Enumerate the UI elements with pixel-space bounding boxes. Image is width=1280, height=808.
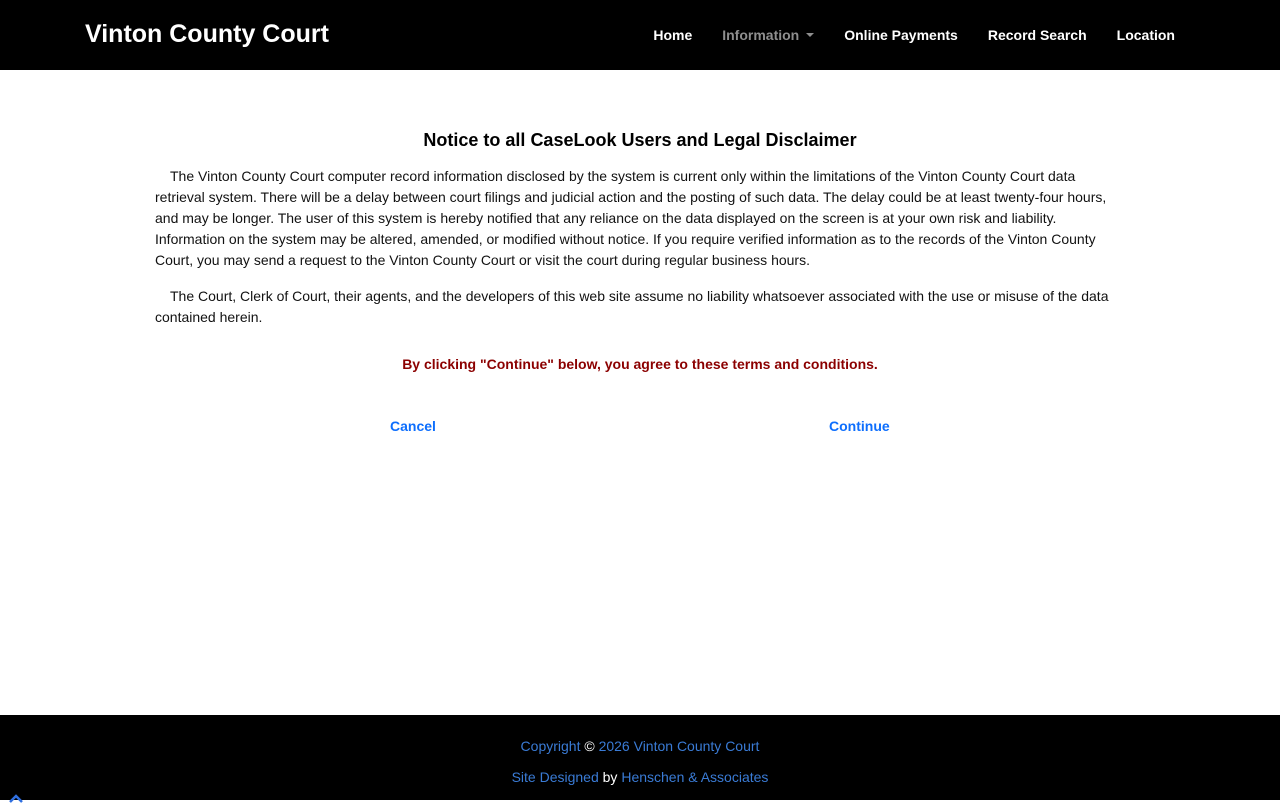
chevron-up-icon (9, 794, 23, 803)
disclaimer-content: Notice to all CaseLook Users and Legal D… (155, 128, 1125, 374)
by-text: by (602, 769, 618, 785)
copyright-symbol: © (584, 738, 595, 754)
designer-link[interactable]: Henschen & Associates (621, 769, 768, 785)
agreement-notice: By clicking "Continue" below, you agree … (402, 356, 878, 372)
continue-link[interactable]: Continue (829, 416, 890, 436)
page-title: Notice to all CaseLook Users and Legal D… (423, 130, 857, 150)
caret-down-icon (806, 33, 815, 37)
nav-online-payments[interactable]: Online Payments (844, 24, 958, 46)
nav-information-dropdown[interactable]: Information (722, 24, 815, 46)
nav-location[interactable]: Location (1117, 24, 1175, 46)
cancel-link[interactable]: Cancel (390, 416, 436, 436)
back-to-top-button[interactable] (8, 790, 24, 803)
copyright-label: Copyright (520, 738, 581, 754)
disclaimer-paragraph-2: The Court, Clerk of Court, their agents,… (155, 288, 1109, 325)
nav-home[interactable]: Home (653, 24, 692, 46)
site-designed-label: Site Designed (511, 769, 599, 785)
copyright-line: Copyright © 2026 Vinton County Court (0, 737, 1280, 755)
main-nav: Home Information Online Payments Record … (623, 24, 1175, 46)
footer: Copyright © 2026 Vinton County Court Sit… (0, 715, 1280, 800)
navbar: Vinton County Court Home Information Onl… (0, 0, 1280, 70)
disclaimer-paragraph-1: The Vinton County Court computer record … (155, 168, 1107, 268)
nav-information-label: Information (722, 27, 800, 43)
nav-record-search[interactable]: Record Search (988, 24, 1087, 46)
brand-link[interactable]: Vinton County Court (85, 17, 329, 51)
designer-line: Site Designed by Henschen & Associates (0, 768, 1280, 786)
copyright-court-link[interactable]: 2026 Vinton County Court (599, 738, 760, 754)
